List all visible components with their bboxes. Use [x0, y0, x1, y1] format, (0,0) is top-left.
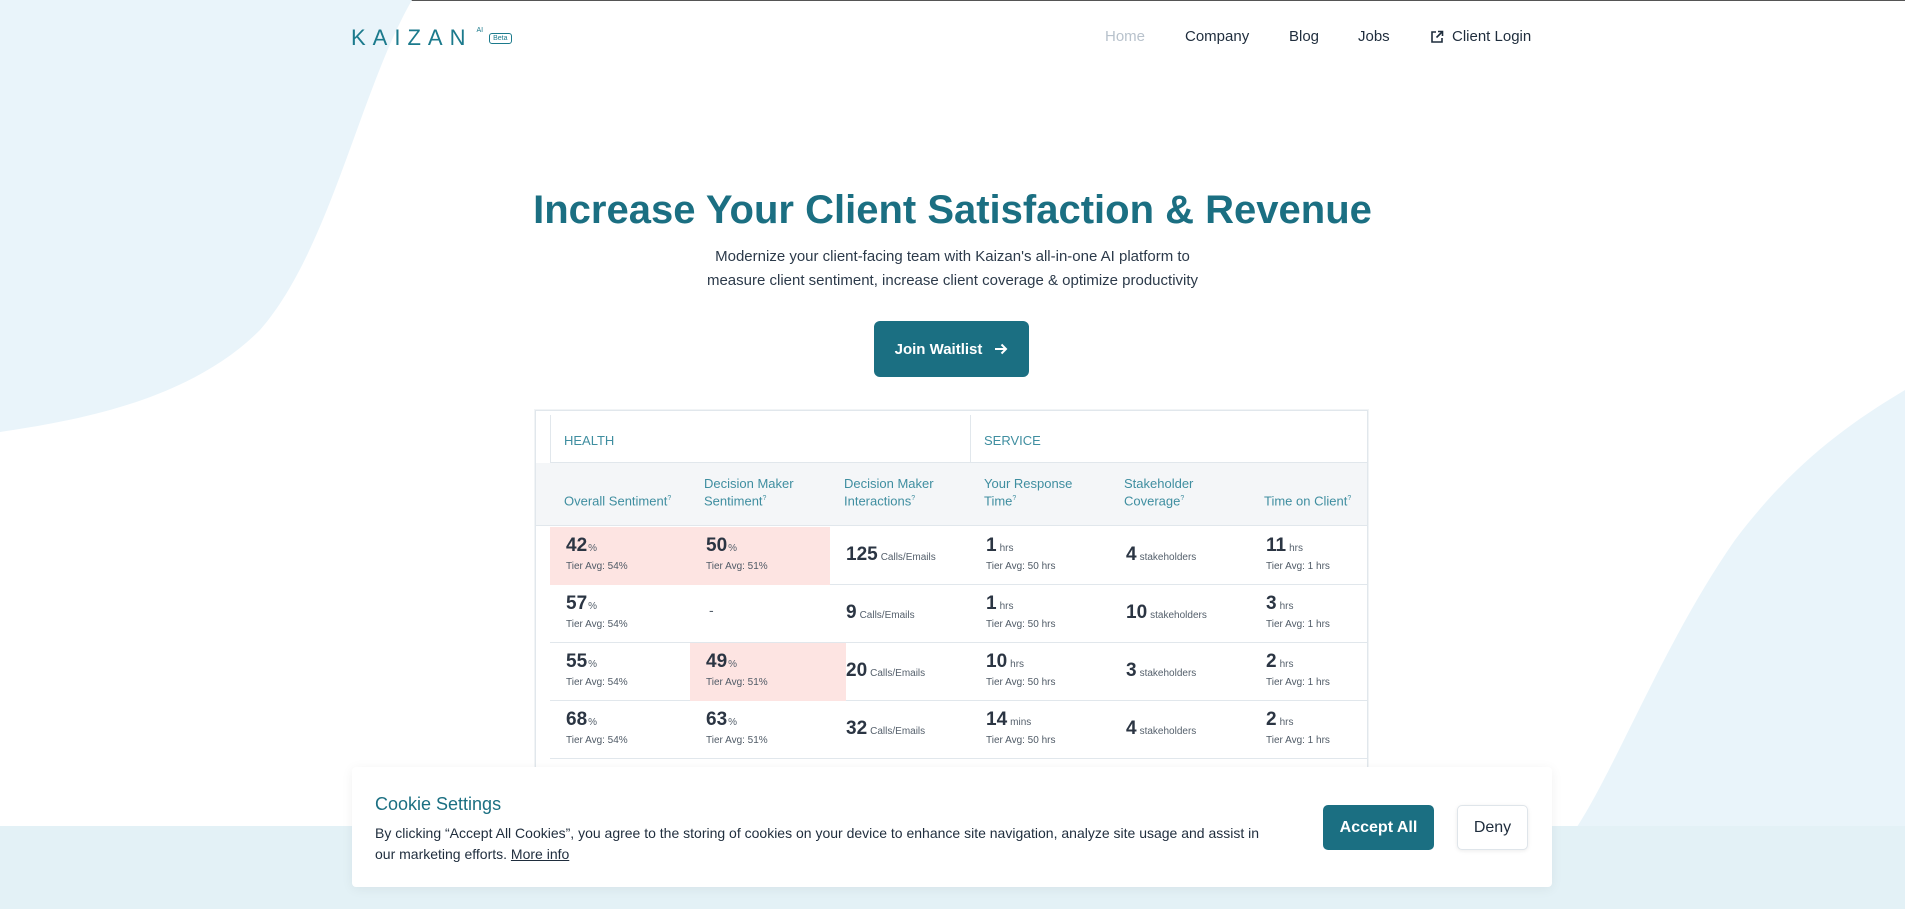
nav-client-login[interactable]: Client Login [1430, 28, 1531, 45]
site-header: KAIZAN AI Beta Home Company Blog Jobs Cl… [0, 0, 1905, 74]
cell-dm-sentiment: 50% Tier Avg: 51% [690, 527, 830, 585]
table-group-row: HEALTH SERVICE [550, 415, 1367, 463]
cell-dm-interactions: 32 Calls/Emails [846, 718, 926, 739]
client-login-label: Client Login [1452, 28, 1532, 45]
arrow-right-icon [995, 343, 1008, 355]
join-waitlist-button[interactable]: Join Waitlist [874, 321, 1029, 377]
beta-badge: Beta [489, 33, 512, 44]
cell-response-time: 1 hrs Tier Avg: 50 hrs [986, 535, 1056, 572]
cell-response-time: 1 hrs Tier Avg: 50 hrs [986, 593, 1056, 630]
cell-dm-interactions: 125 Calls/Emails [846, 544, 936, 565]
kaizan-logo[interactable]: KAIZAN AI Beta [351, 25, 512, 51]
cell-dm-interactions: 9 Calls/Emails [846, 602, 915, 623]
cell-overall-sentiment: 42% Tier Avg: 54% [550, 527, 690, 585]
hero-subtitle-line-2: measure client sentiment, increase clien… [706, 272, 1199, 289]
more-info-link[interactable]: More info [511, 846, 569, 862]
nav-home[interactable]: Home [1105, 28, 1145, 45]
cell-stakeholder-coverage: 3 stakeholders [1126, 660, 1197, 681]
external-link-icon [1431, 30, 1444, 43]
nav-jobs[interactable]: Jobs [1358, 28, 1390, 45]
table-row[interactable]: 55% Tier Avg: 54% 49% Tier Avg: 51% 20 Ca… [550, 643, 1367, 701]
table-row[interactable]: 42% Tier Avg: 54% 50% Tier Avg: 51% 125 C… [550, 527, 1367, 585]
col-overall-sentiment[interactable]: Overall Sentiment? [564, 491, 671, 508]
cell-stakeholder-coverage: 4 stakeholders [1126, 544, 1197, 565]
group-service: SERVICE [970, 415, 1367, 462]
hero-subtitle: Modernize your client-facing team with K… [0, 245, 1905, 293]
col-response-time[interactable]: Your Response Time? [984, 476, 1072, 508]
cell-response-time: 10 hrs Tier Avg: 50 hrs [986, 651, 1056, 688]
deny-button[interactable]: Deny [1457, 805, 1528, 850]
nav-company[interactable]: Company [1185, 28, 1249, 45]
cell-dm-sentiment: 63% Tier Avg: 51% [706, 709, 768, 746]
cell-overall-sentiment: 55% Tier Avg: 54% [566, 651, 628, 688]
table-row[interactable]: 68% Tier Avg: 54% 63% Tier Avg: 51% 32 Ca… [550, 701, 1367, 759]
cookie-title: Cookie Settings [375, 794, 502, 814]
col-dm-sentiment[interactable]: Decision Maker Sentiment? [704, 476, 794, 508]
cell-response-time: 14 mins Tier Avg: 50 hrs [986, 709, 1056, 746]
cell-dm-interactions: 20 Calls/Emails [846, 660, 926, 681]
logo-wordmark: KAIZAN [351, 25, 473, 50]
group-health: HEALTH [550, 415, 970, 462]
join-waitlist-label: Join Waitlist [894, 340, 983, 358]
col-time-on-client[interactable]: Time on Client? [1264, 491, 1351, 508]
table-header-row: Overall Sentiment? Decision Maker Sentim… [536, 463, 1367, 526]
col-stakeholder-coverage[interactable]: Stakeholder Coverage? [1124, 476, 1193, 508]
cookie-banner: Cookie Settings By clicking “Accept All … [352, 767, 1552, 887]
client-metrics-table: HEALTH SERVICE Overall Sentiment? Decisi… [535, 410, 1368, 770]
cell-time-on-client: 11 hrs Tier Avg: 1 hrs [1266, 535, 1330, 572]
table-row[interactable]: 57% Tier Avg: 54% - 9 Calls/Emails 1 hrs T… [550, 585, 1367, 643]
cell-dm-sentiment: - [709, 602, 714, 618]
cell-stakeholder-coverage: 10 stakeholders [1126, 602, 1207, 623]
hero-title: Increase Your Client Satisfaction & Reve… [533, 188, 1372, 232]
background-shape-right [1575, 390, 1905, 830]
hero-subtitle-line-1: Modernize your client-facing team with K… [715, 248, 1190, 265]
cell-time-on-client: 2 hrs Tier Avg: 1 hrs [1266, 651, 1330, 688]
cell-overall-sentiment: 68% Tier Avg: 54% [566, 709, 628, 746]
cell-time-on-client: 3 hrs Tier Avg: 1 hrs [1266, 593, 1330, 630]
accept-all-button[interactable]: Accept All [1323, 805, 1434, 850]
cell-stakeholder-coverage: 4 stakeholders [1126, 718, 1197, 739]
cell-time-on-client: 2 hrs Tier Avg: 1 hrs [1266, 709, 1330, 746]
nav-blog[interactable]: Blog [1289, 28, 1319, 45]
cookie-text: By clicking “Accept All Cookies”, you ag… [375, 825, 1260, 862]
col-dm-interactions[interactable]: Decision Maker Interactions? [844, 476, 934, 508]
cell-overall-sentiment: 57% Tier Avg: 54% [566, 593, 628, 630]
logo-ai-mark: AI [476, 27, 484, 34]
cell-dm-sentiment: 49% Tier Avg: 51% [690, 643, 830, 701]
